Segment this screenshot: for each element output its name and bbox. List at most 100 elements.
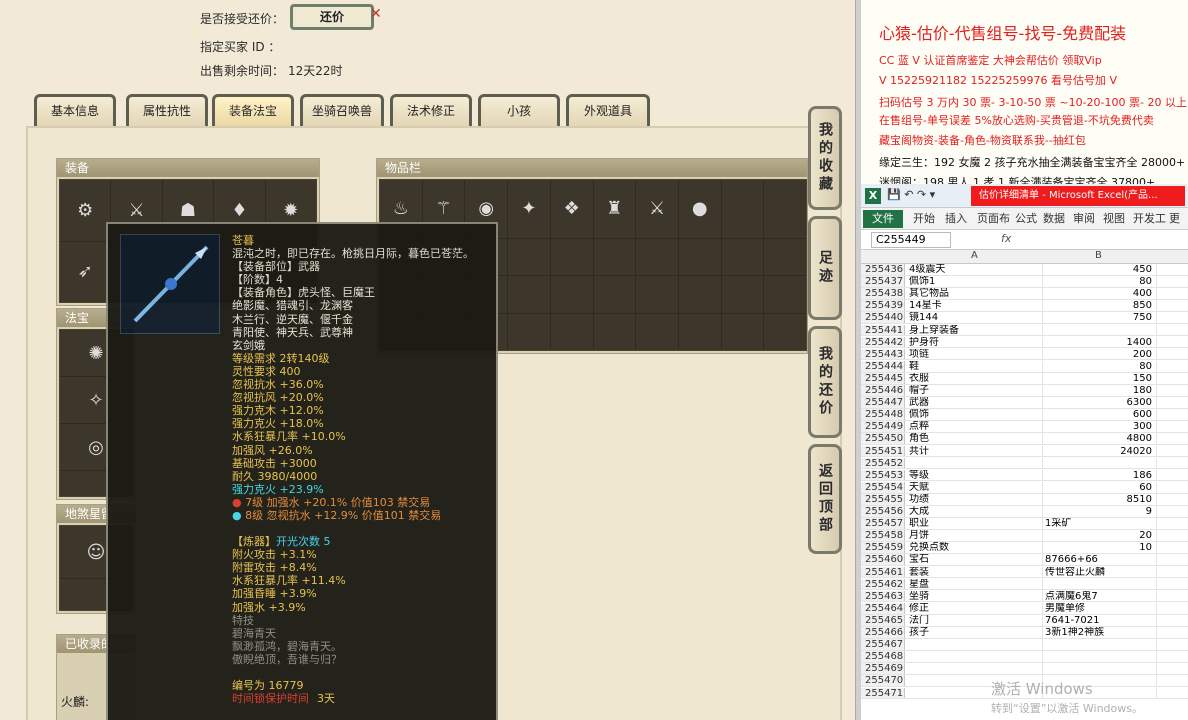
- cell-a[interactable]: 功绩: [907, 493, 1043, 505]
- tab-child[interactable]: 小孩: [478, 94, 560, 128]
- row-number[interactable]: 255455: [861, 493, 905, 505]
- cell-a[interactable]: 天赋: [907, 481, 1043, 493]
- ribbon-tab-formulas[interactable]: 公式: [1011, 210, 1041, 228]
- cell-b[interactable]: 60: [1043, 481, 1157, 493]
- row-number[interactable]: 255467: [861, 639, 905, 650]
- cell-a[interactable]: [907, 663, 1043, 675]
- cell-b[interactable]: 400: [1043, 288, 1157, 299]
- row-number[interactable]: 255449: [861, 421, 905, 432]
- cell-b[interactable]: 7641-7021: [1043, 614, 1157, 626]
- cell-b[interactable]: 80: [1043, 360, 1157, 372]
- row-number[interactable]: 255459: [861, 542, 905, 553]
- row-number[interactable]: 255471: [861, 687, 905, 699]
- my-offers-button[interactable]: 我的还价: [808, 326, 842, 438]
- cell-b[interactable]: 8510: [1043, 493, 1157, 505]
- cell-a[interactable]: 宝石: [907, 554, 1043, 566]
- inventory-slot[interactable]: [678, 276, 721, 313]
- table-row[interactable]: 255466 孩子 3新1神2神族: [861, 627, 1188, 639]
- row-number[interactable]: 255457: [861, 518, 905, 529]
- ribbon-tab-review[interactable]: 审阅: [1069, 210, 1099, 228]
- table-row[interactable]: 255468: [861, 651, 1188, 663]
- ribbon-tab-data[interactable]: 数据: [1039, 210, 1069, 228]
- table-row[interactable]: 255459 兑换点数 10: [861, 542, 1188, 555]
- table-row[interactable]: 255437 佩饰1 80: [861, 276, 1188, 288]
- cell-b[interactable]: [1043, 639, 1157, 650]
- table-row[interactable]: 255443 项链 200: [861, 348, 1188, 361]
- cell-b[interactable]: 6300: [1043, 397, 1157, 408]
- inventory-slot[interactable]: [721, 180, 764, 238]
- cell-b[interactable]: [1043, 578, 1157, 590]
- table-row[interactable]: 255461 套装 传世容止火麟: [861, 566, 1188, 579]
- cell-b[interactable]: 传世容止火麟: [1043, 566, 1157, 578]
- inventory-slot[interactable]: [636, 313, 678, 350]
- table-row[interactable]: 255458 月饼 20: [861, 530, 1188, 542]
- table-row[interactable]: 255454 天赋 60: [861, 481, 1188, 494]
- table-row[interactable]: 255451 共计 24020: [861, 445, 1188, 458]
- row-number[interactable]: 255466: [861, 627, 905, 638]
- offer-button[interactable]: 还价: [290, 4, 374, 30]
- cell-b[interactable]: 点满魔6鬼7: [1043, 590, 1157, 602]
- cell-a[interactable]: 月饼: [907, 530, 1043, 541]
- inventory-slot[interactable]: [721, 313, 764, 350]
- inventory-slot[interactable]: [678, 313, 721, 350]
- table-row[interactable]: 255444 鞋 80: [861, 360, 1188, 373]
- inventory-slot[interactable]: [721, 238, 764, 275]
- cell-b[interactable]: 4800: [1043, 433, 1157, 445]
- inventory-slot[interactable]: [550, 238, 593, 275]
- cell-b[interactable]: 20: [1043, 530, 1157, 541]
- inventory-slot[interactable]: [636, 238, 678, 275]
- equip-slot[interactable]: ⚙: [60, 180, 111, 241]
- table-row[interactable]: 255447 武器 6300: [861, 397, 1188, 409]
- row-number[interactable]: 255445: [861, 372, 905, 384]
- cell-a[interactable]: 点粹: [907, 421, 1043, 433]
- table-row[interactable]: 255442 护身符 1400: [861, 336, 1188, 349]
- row-number[interactable]: 255456: [861, 506, 905, 517]
- inventory-slot[interactable]: ✦: [508, 180, 550, 238]
- cell-a[interactable]: 坐骑: [907, 590, 1043, 602]
- cell-a[interactable]: [907, 651, 1043, 662]
- cell-b[interactable]: 24020: [1043, 445, 1157, 457]
- row-number[interactable]: 255437: [861, 276, 905, 287]
- col-a-header[interactable]: A: [971, 250, 978, 261]
- cell-a[interactable]: 项链: [907, 348, 1043, 360]
- cell-a[interactable]: 大成: [907, 506, 1043, 517]
- table-row[interactable]: 255464 修正 男魔单修: [861, 602, 1188, 615]
- row-number[interactable]: 255465: [861, 614, 905, 626]
- table-row[interactable]: 255452: [861, 457, 1188, 470]
- table-row[interactable]: 255449 点粹 300: [861, 421, 1188, 434]
- cell-b[interactable]: [1043, 324, 1157, 336]
- my-favorites-button[interactable]: 我的收藏: [808, 106, 842, 210]
- row-number[interactable]: 255444: [861, 360, 905, 372]
- table-row[interactable]: 255457 职业 1采矿: [861, 518, 1188, 530]
- table-row[interactable]: 255455 功绩 8510: [861, 493, 1188, 506]
- cell-b[interactable]: 1400: [1043, 336, 1157, 348]
- row-number[interactable]: 255436: [861, 264, 905, 275]
- row-number[interactable]: 255441: [861, 324, 905, 336]
- row-number[interactable]: 255458: [861, 530, 905, 541]
- table-row[interactable]: 255450 角色 4800: [861, 433, 1188, 446]
- row-number[interactable]: 255443: [861, 348, 905, 360]
- row-number[interactable]: 255450: [861, 433, 905, 444]
- row-number[interactable]: 255439: [861, 300, 905, 311]
- row-number[interactable]: 255462: [861, 578, 905, 590]
- inventory-slot[interactable]: [764, 238, 806, 275]
- row-number[interactable]: 255469: [861, 663, 905, 674]
- table-row[interactable]: 255456 大成 9: [861, 506, 1188, 518]
- cell-b[interactable]: 80: [1043, 276, 1157, 287]
- cell-a[interactable]: 孩子: [907, 627, 1043, 638]
- tab-appearance[interactable]: 外观道具: [566, 94, 650, 128]
- cell-b[interactable]: 600: [1043, 409, 1157, 420]
- ribbon-tab-home[interactable]: 开始: [909, 210, 939, 228]
- ribbon-tab-developer[interactable]: 开发工: [1129, 210, 1170, 228]
- cell-a[interactable]: 武器: [907, 397, 1043, 408]
- table-row[interactable]: 255441 身上穿装备: [861, 324, 1188, 337]
- row-number[interactable]: 255453: [861, 469, 905, 481]
- inventory-slot[interactable]: [764, 276, 806, 313]
- inventory-slot[interactable]: [593, 313, 636, 350]
- cell-b[interactable]: 300: [1043, 421, 1157, 433]
- cell-a[interactable]: 兑换点数: [907, 542, 1043, 554]
- table-row[interactable]: 255467: [861, 639, 1188, 651]
- row-number[interactable]: 255452: [861, 457, 905, 469]
- tab-equipment[interactable]: 装备法宝: [212, 94, 294, 128]
- cell-b[interactable]: 750: [1043, 312, 1157, 324]
